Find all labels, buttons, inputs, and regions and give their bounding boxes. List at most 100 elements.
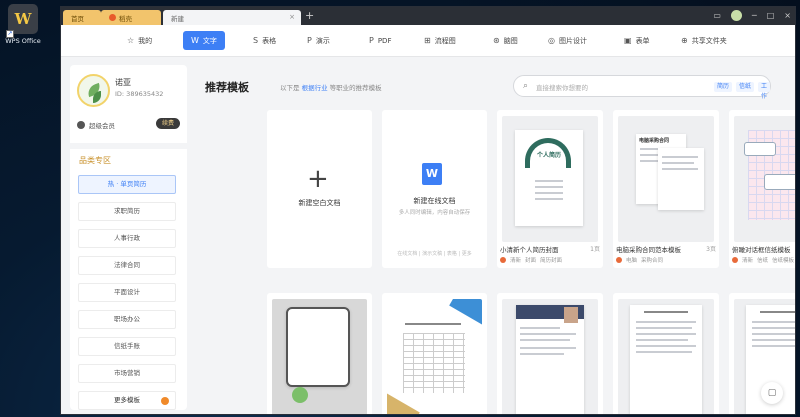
category-zone-title: 品类专区: [79, 156, 111, 165]
sidebar-item-hr-admin[interactable]: 人事行政: [78, 229, 176, 248]
document-paper: [630, 305, 702, 414]
more-label: 更多模板: [114, 396, 140, 404]
template-card[interactable]: 电脑采购合同 电脑采购合同范本模板 3页 电脑 采购合同: [613, 110, 719, 268]
close-icon[interactable]: ×: [784, 11, 791, 20]
spreadsheet-icon: S: [253, 36, 259, 45]
tab-home[interactable]: 首页: [63, 10, 101, 25]
search-input[interactable]: ⌕ 直接搜索你想要的 简历 信纸 工作: [513, 75, 771, 100]
nav-form[interactable]: ▣ 表单: [616, 31, 658, 50]
author-dot-icon: [732, 257, 738, 263]
maximize-icon[interactable]: □: [767, 11, 775, 20]
tab-label: 首页: [71, 14, 84, 23]
tab-new[interactable]: 新建 ×: [163, 10, 301, 25]
section-subtitle: 以下是 根据行业 等职业的推荐模板: [280, 82, 382, 92]
template-card[interactable]: [497, 293, 603, 414]
template-title: 小清新个人简历封面: [500, 246, 559, 254]
online-label: 新建在线文档: [413, 197, 456, 205]
template-thumbnail: 个人简历: [502, 116, 598, 242]
nav-label: 文字: [202, 36, 217, 45]
avatar[interactable]: [77, 74, 110, 107]
image-design-icon: ◎: [548, 36, 555, 45]
minimize-icon[interactable]: ─: [752, 11, 757, 20]
fire-icon: [161, 397, 169, 405]
sidebar-item-single-resume[interactable]: 热 · 单页简历: [78, 175, 176, 194]
template-thumbnail: [502, 299, 598, 414]
template-card[interactable]: [267, 293, 372, 414]
nav-flowchart[interactable]: ⊞ 流程图: [416, 31, 464, 50]
form-icon: ▣: [624, 36, 632, 45]
template-card[interactable]: [613, 293, 719, 414]
close-tab-icon[interactable]: ×: [289, 13, 295, 21]
wps-desktop-shortcut[interactable]: W ↗ WPS Office: [3, 4, 43, 45]
doc-type-nav: ☆ 我的 W 文字 S 表格 P 演示 P PDF ⊞ 流程图 ⊛ 脑图 ◎ 图: [61, 25, 795, 57]
nav-label: 表单: [635, 36, 650, 45]
renew-button[interactable]: 续费: [156, 118, 180, 129]
template-title: 俯瞰对话框信纸模板: [732, 246, 791, 254]
online-foot: 在线文档 | 演示文稿 | 表格 | 更多: [397, 251, 472, 257]
desktop-icon-label: WPS Office: [5, 37, 41, 45]
sidebar-item-graphic-design[interactable]: 平面设计: [78, 283, 176, 302]
thumb-title: 电脑采购合同: [639, 138, 670, 144]
template-pages: 1页: [590, 246, 600, 253]
user-name: 诺亚: [115, 78, 131, 87]
mindmap-icon: ⊛: [493, 36, 500, 45]
sidebar-item-job-resume[interactable]: 求职简历: [78, 202, 176, 221]
resume-paper: [516, 305, 584, 414]
user-avatar-small[interactable]: [730, 10, 742, 21]
search-icon: ⌕: [523, 81, 529, 91]
character-icon: [292, 387, 308, 403]
presentation-icon: P: [307, 36, 312, 45]
nav-spreadsheet[interactable]: S 表格: [245, 31, 284, 50]
add-tab-button[interactable]: +: [305, 9, 314, 22]
writer-doc-icon: W: [422, 163, 442, 185]
nav-label: 我的: [138, 36, 153, 45]
template-title: 电脑采购合同范本模板: [616, 246, 681, 254]
main-content: 推荐模板 以下是 根据行业 等职业的推荐模板 ⌕ 直接搜索你想要的 简历 信纸 …: [195, 65, 795, 414]
nav-label: 流程图: [434, 36, 456, 45]
tab-label: 稻壳: [119, 14, 132, 23]
search-tag[interactable]: 信纸: [736, 82, 755, 92]
template-thumbnail: 电脑采购合同: [618, 116, 714, 242]
divider: [70, 143, 187, 149]
writer-icon: W: [191, 36, 199, 45]
new-online-document-card[interactable]: W 新建在线文档 多人同时编辑，内容自动保存 在线文档 | 演示文稿 | 表格 …: [382, 110, 487, 268]
nav-writer[interactable]: W 文字: [183, 31, 225, 50]
sidebar-item-more[interactable]: 更多模板: [78, 391, 176, 410]
tab-daoke[interactable]: 稻壳: [101, 10, 161, 25]
template-thumbnail: [387, 299, 482, 414]
nav-label: 共享文件夹: [691, 36, 727, 45]
member-icon: [77, 121, 85, 129]
template-card[interactable]: [382, 293, 487, 414]
subtitle-prefix: 以下是: [280, 84, 300, 92]
tablet-mode-icon[interactable]: ▭: [713, 11, 721, 20]
nav-label: 演示: [315, 36, 330, 45]
thumb-title: 个人简历: [536, 152, 561, 159]
nav-presentation[interactable]: P 演示: [299, 31, 338, 50]
window-controls: ▭ ─ □ ×: [713, 10, 791, 21]
sidebar-item-stationery[interactable]: 信纸手账: [78, 337, 176, 356]
nav-pdf[interactable]: P PDF: [361, 31, 399, 50]
new-blank-document-card[interactable]: + 新建空白文档: [267, 110, 372, 268]
nav-shared-folder[interactable]: ⊕ 共享文件夹: [673, 31, 735, 50]
user-id: ID: 389635432: [115, 90, 164, 98]
daoke-icon: [109, 14, 116, 21]
nav-mine[interactable]: ☆ 我的: [119, 31, 160, 50]
feedback-chat-icon[interactable]: ▢: [761, 382, 783, 404]
title-bar: 首页 稻壳 新建 × + ▭ ─ □ ×: [61, 7, 795, 25]
search-tag[interactable]: 简历: [714, 82, 733, 92]
template-card[interactable]: 个人简历 小清新个人简历封面 1页 清新 封面 简历封面: [497, 110, 603, 268]
template-card[interactable]: 俯瞰对话框信纸模板 1页 清新 信纸 信纸模板: [729, 110, 795, 268]
nav-image-design[interactable]: ◎ 图片设计: [540, 31, 595, 50]
subtitle-suffix: 等职业的推荐模板: [329, 84, 382, 92]
industry-link[interactable]: 根据行业: [302, 84, 328, 92]
search-tag[interactable]: 工作: [758, 82, 771, 100]
nav-label: 表格: [262, 36, 277, 45]
star-icon: ☆: [127, 36, 135, 45]
nav-mindmap[interactable]: ⊛ 脑图: [485, 31, 526, 50]
sidebar-item-marketing[interactable]: 市场营销: [78, 364, 176, 383]
sidebar-item-legal-contract[interactable]: 法律合同: [78, 256, 176, 275]
pdf-icon: P: [369, 36, 374, 45]
tab-label: 新建: [171, 14, 184, 23]
template-pages: 3页: [706, 246, 716, 253]
sidebar-item-office[interactable]: 职场办公: [78, 310, 176, 329]
